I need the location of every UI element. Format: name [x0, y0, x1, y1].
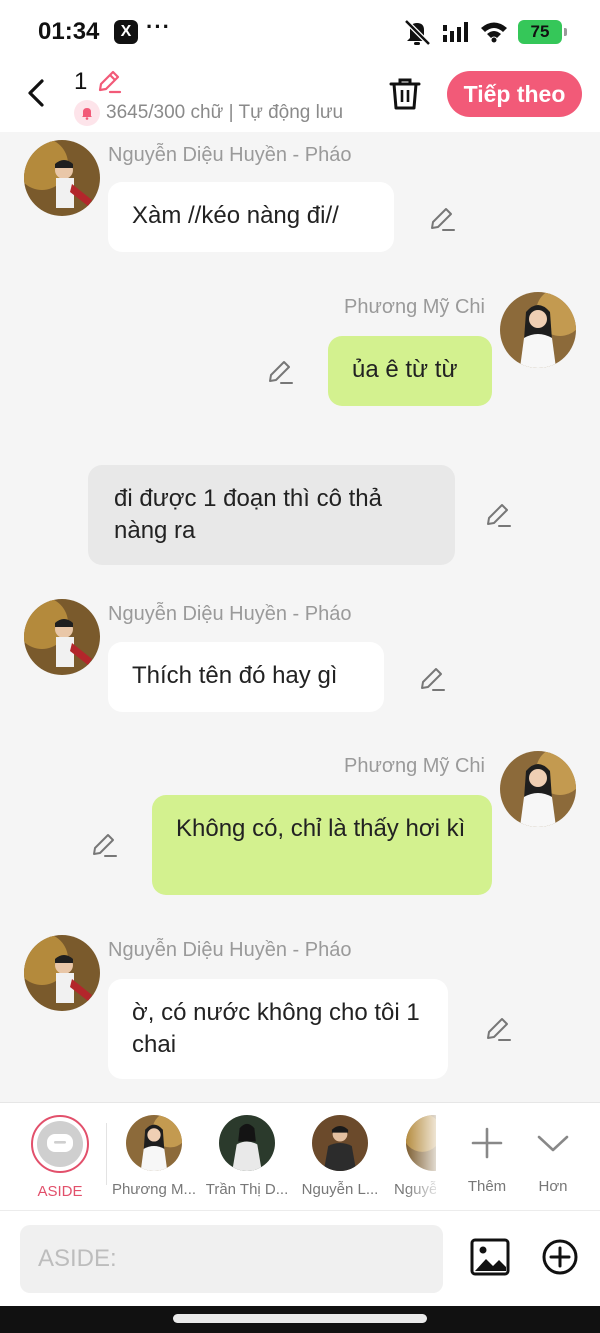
sender-name: Phương Mỹ Chi [344, 755, 485, 777]
home-indicator[interactable] [173, 1314, 427, 1323]
composer-bar [0, 1210, 600, 1306]
signal-icon [443, 22, 468, 42]
character-label: Nguyễn L... [301, 1181, 379, 1198]
character-avatar [219, 1115, 275, 1171]
wifi-icon [481, 22, 507, 43]
character-phuong-my-chi[interactable]: Phương M... [109, 1115, 199, 1198]
edit-pencil-icon[interactable] [484, 1014, 512, 1042]
character-label: ASIDE [37, 1183, 83, 1200]
status-time: 01:34 [38, 18, 100, 45]
message-bubble[interactable]: ủa ê từ từ [328, 336, 492, 406]
message-bubble[interactable]: ờ, có nước không cho tôi 1 chai [108, 979, 448, 1079]
character-nguyen-l[interactable]: Nguyễn L... [295, 1115, 385, 1198]
image-icon[interactable] [470, 1237, 510, 1277]
word-count-status: 3645/300 chữ | Tự động lưu [106, 102, 344, 123]
picker-divider [106, 1123, 107, 1185]
aside-avatar [31, 1115, 89, 1173]
character-tran-thi-d[interactable]: Trần Thị D... [202, 1115, 292, 1198]
edit-pencil-icon[interactable] [266, 357, 294, 385]
plus-icon [471, 1127, 503, 1159]
chevron-down-icon [537, 1135, 569, 1152]
status-right: 75 [402, 18, 567, 46]
chat-area[interactable]: Nguyễn Diệu Huyền - Pháo Xàm //kéo nàng … [0, 132, 600, 1102]
sender-name: Phương Mỹ Chi [344, 296, 485, 318]
character-avatar [126, 1115, 182, 1171]
message-bubble[interactable]: Xàm //kéo nàng đi// [108, 182, 394, 252]
edit-pencil-icon[interactable] [418, 664, 446, 692]
editor-header: 1 3645/300 chữ | Tự động lưu Tiếp theo [0, 64, 600, 132]
picker-fade [405, 1103, 445, 1203]
trash-icon[interactable] [388, 76, 422, 112]
battery-indicator: 75 [518, 20, 567, 44]
bell-badge [74, 100, 100, 126]
x-app-icon: X [114, 20, 138, 44]
sender-name: Nguyễn Diệu Huyền - Pháo [108, 939, 352, 961]
sender-name: Nguyễn Diệu Huyền - Pháo [108, 144, 352, 166]
edit-pencil-icon[interactable] [90, 830, 118, 858]
character-avatar [312, 1115, 368, 1171]
message-input[interactable] [20, 1225, 443, 1293]
next-button[interactable]: Tiếp theo [447, 71, 582, 117]
character-aside[interactable]: ASIDE [15, 1115, 105, 1200]
status-bar: 01:34 X ··· 75 [0, 0, 600, 64]
sender-name: Nguyễn Diệu Huyền - Pháo [108, 603, 352, 625]
edit-pencil-icon[interactable] [484, 500, 512, 528]
avatar-phuong-my-chi[interactable] [500, 292, 576, 368]
message-bubble[interactable]: Thích tên đó hay gì [108, 642, 384, 712]
avatar-phuong-my-chi[interactable] [500, 751, 576, 827]
character-label: Trần Thị D... [205, 1181, 289, 1198]
more-notifications-icon: ··· [146, 14, 171, 39]
avatar-nguyen-dieu-huyen[interactable] [24, 935, 100, 1011]
add-circle-icon[interactable] [540, 1237, 580, 1277]
more-label: Hơn [538, 1178, 568, 1195]
bell-icon [82, 108, 92, 120]
edit-pencil-icon[interactable] [428, 204, 456, 232]
system-nav-bar [0, 1306, 600, 1333]
aside-bubble[interactable]: đi được 1 đoạn thì cô thả nàng ra [88, 465, 455, 565]
avatar-nguyen-dieu-huyen[interactable] [24, 599, 100, 675]
speech-bubble-icon [47, 1134, 73, 1152]
edit-title-pencil-icon[interactable] [96, 68, 122, 94]
back-arrow-icon[interactable] [22, 76, 52, 110]
more-characters-button[interactable]: Hơn [508, 1115, 598, 1195]
story-title[interactable]: 1 [74, 68, 87, 96]
character-label: Phương M... [111, 1181, 197, 1198]
word-count-row: 3645/300 chữ | Tự động lưu [74, 100, 343, 126]
message-bubble[interactable]: Không có, chỉ là thấy hơi kì [152, 795, 492, 895]
character-picker: ASIDE Phương M... Trần Thị D... Nguyễn L… [0, 1102, 600, 1210]
mute-bell-icon [404, 19, 431, 46]
avatar-nguyen-dieu-huyen[interactable] [24, 140, 100, 216]
